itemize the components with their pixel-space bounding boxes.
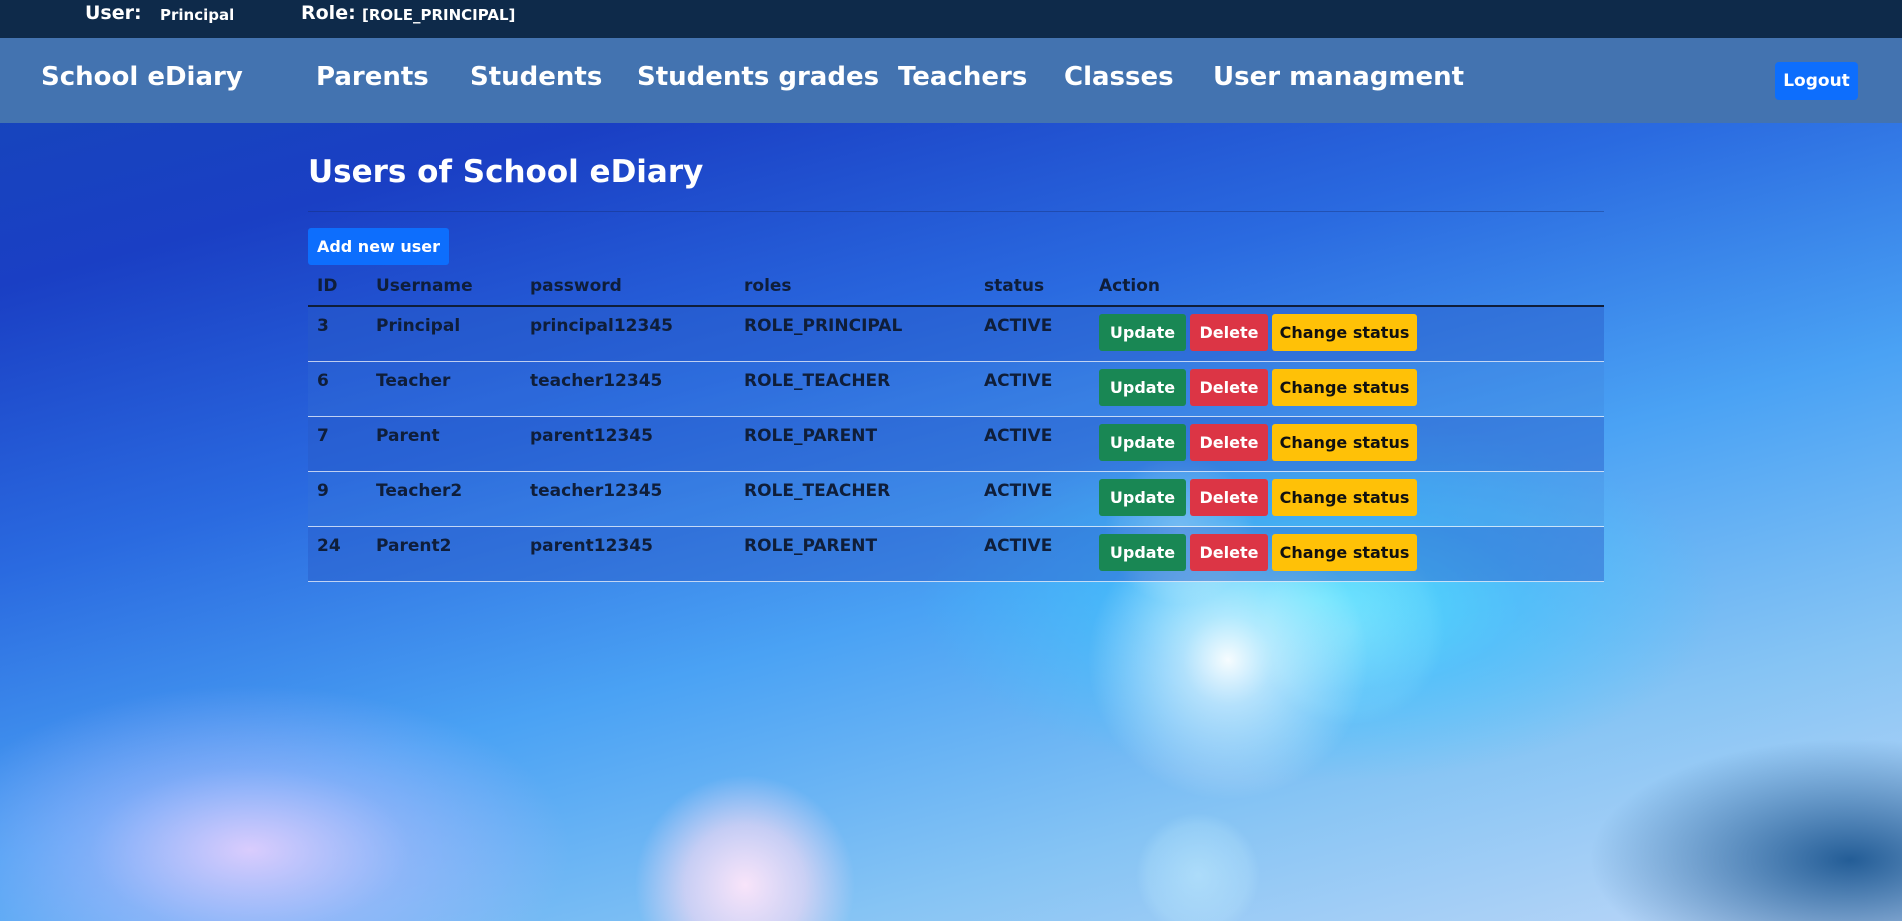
column-header-password: password <box>530 276 622 296</box>
cell-username: Teacher2 <box>376 481 463 501</box>
cell-role: ROLE_TEACHER <box>744 481 891 501</box>
change-status-button[interactable]: Change status <box>1272 479 1417 516</box>
delete-button[interactable]: Delete <box>1190 534 1268 571</box>
change-status-button[interactable]: Change status <box>1272 424 1417 461</box>
nav-link-students-grades[interactable]: Students grades <box>637 62 879 92</box>
delete-button[interactable]: Delete <box>1190 424 1268 461</box>
main-navbar: School eDiary Parents Students Students … <box>0 38 1902 123</box>
cell-id: 9 <box>317 481 329 501</box>
delete-button[interactable]: Delete <box>1190 369 1268 406</box>
cell-id: 6 <box>317 371 329 391</box>
cell-role: ROLE_PRINCIPAL <box>744 316 903 336</box>
nav-link-teachers[interactable]: Teachers <box>898 62 1027 92</box>
user-label: User: <box>85 2 142 24</box>
table-row: 6 Teacher teacher12345 ROLE_TEACHER ACTI… <box>308 362 1604 417</box>
column-header-roles: roles <box>744 276 792 296</box>
column-header-id: ID <box>317 276 338 296</box>
role-value: [ROLE_PRINCIPAL] <box>362 6 516 24</box>
column-header-action: Action <box>1099 276 1160 296</box>
table-row: 3 Principal principal12345 ROLE_PRINCIPA… <box>308 307 1604 362</box>
nav-link-classes[interactable]: Classes <box>1064 62 1174 92</box>
table-row: 24 Parent2 parent12345 ROLE_PARENT ACTIV… <box>308 527 1604 582</box>
nav-link-user-management[interactable]: User managment <box>1213 62 1464 92</box>
cell-role: ROLE_PARENT <box>744 426 878 446</box>
cell-username: Teacher <box>376 371 451 391</box>
change-status-button[interactable]: Change status <box>1272 369 1417 406</box>
table-row: 9 Teacher2 teacher12345 ROLE_TEACHER ACT… <box>308 472 1604 527</box>
page-title: Users of School eDiary <box>308 154 704 190</box>
user-info-bar: User: Principal Role: [ROLE_PRINCIPAL] <box>0 0 1902 38</box>
role-label: Role: <box>301 2 356 24</box>
delete-button[interactable]: Delete <box>1190 479 1268 516</box>
update-button[interactable]: Update <box>1099 369 1186 406</box>
cell-id: 24 <box>317 536 341 556</box>
cell-password: parent12345 <box>530 426 653 446</box>
nav-link-students[interactable]: Students <box>470 62 602 92</box>
cell-password: teacher12345 <box>530 481 663 501</box>
cell-username: Parent2 <box>376 536 452 556</box>
cell-status: ACTIVE <box>984 316 1053 336</box>
update-button[interactable]: Update <box>1099 424 1186 461</box>
cell-status: ACTIVE <box>984 536 1053 556</box>
cell-role: ROLE_PARENT <box>744 536 878 556</box>
cell-status: ACTIVE <box>984 371 1053 391</box>
cell-role: ROLE_TEACHER <box>744 371 891 391</box>
column-header-username: Username <box>376 276 473 296</box>
delete-button[interactable]: Delete <box>1190 314 1268 351</box>
title-divider <box>308 211 1604 212</box>
add-user-button[interactable]: Add new user <box>308 228 449 265</box>
cell-password: parent12345 <box>530 536 653 556</box>
logout-button[interactable]: Logout <box>1775 62 1858 100</box>
table-header: ID Username password roles status Action <box>308 268 1604 307</box>
user-value: Principal <box>160 6 235 24</box>
cell-status: ACTIVE <box>984 481 1053 501</box>
cell-id: 7 <box>317 426 329 446</box>
users-table: ID Username password roles status Action… <box>308 268 1604 582</box>
update-button[interactable]: Update <box>1099 534 1186 571</box>
column-header-status: status <box>984 276 1045 296</box>
cell-id: 3 <box>317 316 329 336</box>
cell-username: Principal <box>376 316 461 336</box>
nav-link-parents[interactable]: Parents <box>316 62 429 92</box>
cell-password: teacher12345 <box>530 371 663 391</box>
table-row: 7 Parent parent12345 ROLE_PARENT ACTIVE … <box>308 417 1604 472</box>
cell-status: ACTIVE <box>984 426 1053 446</box>
update-button[interactable]: Update <box>1099 479 1186 516</box>
change-status-button[interactable]: Change status <box>1272 534 1417 571</box>
cell-password: principal12345 <box>530 316 673 336</box>
cell-username: Parent <box>376 426 440 446</box>
brand-link[interactable]: School eDiary <box>41 62 243 92</box>
update-button[interactable]: Update <box>1099 314 1186 351</box>
change-status-button[interactable]: Change status <box>1272 314 1417 351</box>
